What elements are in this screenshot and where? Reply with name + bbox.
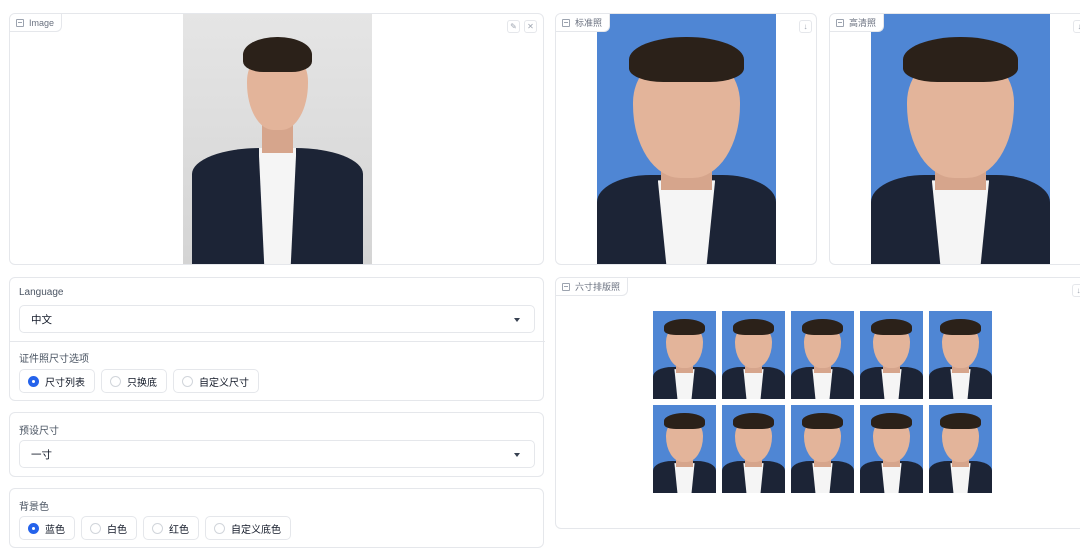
chevron-down-icon — [514, 318, 520, 322]
download-icon[interactable]: ↓ — [1073, 20, 1080, 33]
layout-thumbnail — [722, 311, 785, 399]
preset-size-label: 预设尺寸 — [19, 426, 59, 437]
background-color-block: 背景色 蓝色 白色 红色 自定义底色 — [9, 488, 544, 548]
language-dropdown[interactable]: 中文 — [19, 305, 535, 333]
close-icon[interactable]: ✕ — [524, 20, 537, 33]
language-value: 中文 — [31, 313, 52, 326]
radio-icon — [214, 522, 225, 534]
image-icon — [16, 18, 24, 27]
background-color-radio-group: 蓝色 白色 红色 自定义底色 — [19, 516, 291, 540]
layout-thumbnail — [860, 405, 923, 493]
bg-color-red[interactable]: 红色 — [143, 516, 199, 540]
hd-photo-label: 高清照 — [830, 14, 885, 32]
layout-thumbnail — [653, 405, 716, 493]
hd-photo — [871, 14, 1050, 264]
background-color-label: 背景色 — [19, 502, 49, 513]
hd-photo-panel: 高清照 ↓ — [829, 13, 1080, 265]
size-option-custom[interactable]: 自定义尺寸 — [173, 369, 259, 393]
radio-icon — [152, 522, 163, 534]
size-option-bg-only[interactable]: 只换底 — [101, 369, 167, 393]
layout-photo-grid — [653, 311, 992, 493]
radio-selected-icon — [28, 375, 39, 387]
image-icon — [562, 282, 570, 291]
standard-photo-label: 标准照 — [556, 14, 611, 32]
size-option-label: 证件照尺寸选项 — [19, 354, 89, 365]
settings-block: Language 中文 证件照尺寸选项 尺寸列表 只换底 自定义尺寸 — [9, 277, 545, 401]
preset-size-dropdown[interactable]: 一寸 — [19, 440, 535, 468]
language-label: Language — [19, 287, 64, 298]
layout-thumbnail — [791, 405, 854, 493]
layout-photo-panel: 六寸排版照 ↓ — [555, 277, 1080, 529]
layout-thumbnail — [791, 311, 854, 399]
layout-thumbnail — [722, 405, 785, 493]
download-icon[interactable]: ↓ — [799, 20, 812, 33]
bg-color-blue[interactable]: 蓝色 — [19, 516, 75, 540]
bg-color-white[interactable]: 白色 — [81, 516, 137, 540]
standard-photo — [597, 14, 776, 264]
input-image-label: Image — [10, 14, 63, 32]
layout-thumbnail — [929, 311, 992, 399]
uploaded-portrait — [183, 14, 372, 264]
preset-size-value: 一寸 — [31, 448, 52, 461]
radio-selected-icon — [28, 522, 39, 534]
chevron-down-icon — [514, 453, 520, 457]
layout-thumbnail — [929, 405, 992, 493]
layout-photo-label: 六寸排版照 — [556, 278, 629, 296]
bg-color-custom[interactable]: 自定义底色 — [205, 516, 291, 540]
image-icon — [836, 18, 844, 27]
divider — [10, 341, 545, 342]
radio-icon — [182, 375, 193, 387]
standard-photo-panel: 标准照 ↓ — [555, 13, 817, 265]
radio-icon — [90, 522, 101, 534]
edit-icon[interactable]: ✎ — [507, 20, 520, 33]
size-option-list[interactable]: 尺寸列表 — [19, 369, 95, 393]
image-icon — [562, 18, 570, 27]
layout-thumbnail — [860, 311, 923, 399]
download-icon[interactable]: ↓ — [1072, 284, 1080, 297]
preset-size-block: 预设尺寸 一寸 — [9, 412, 544, 477]
layout-thumbnail — [653, 311, 716, 399]
radio-icon — [110, 375, 121, 387]
input-image-panel[interactable]: Image ✎ ✕ — [9, 13, 544, 265]
size-option-radio-group: 尺寸列表 只换底 自定义尺寸 — [19, 369, 259, 393]
